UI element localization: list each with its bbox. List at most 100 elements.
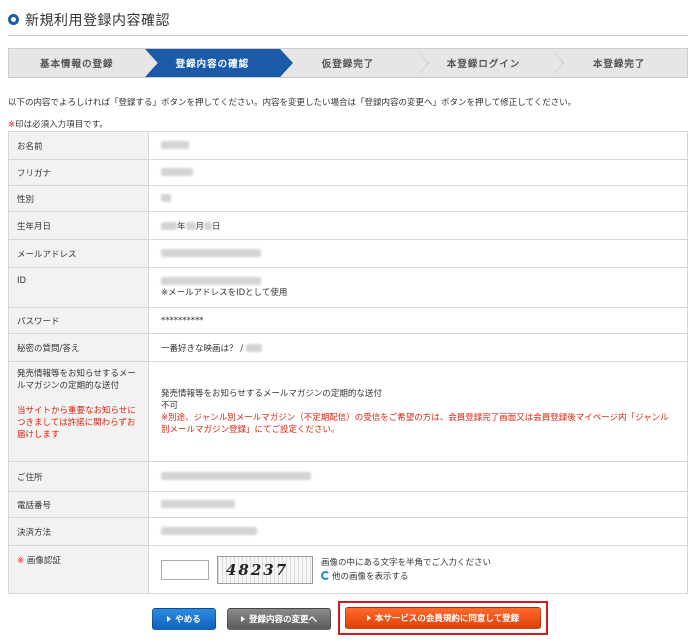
step-arrow-icon	[144, 49, 157, 77]
birthday-day-unit: 日	[212, 221, 221, 232]
required-mark: ※	[17, 556, 25, 566]
refresh-icon	[321, 570, 330, 580]
redacted-value	[161, 472, 311, 480]
step-label: 本登録ログイン	[446, 59, 521, 70]
cancel-button[interactable]: やめる	[152, 608, 216, 630]
row-newsletter: 発売情報等をお知らせするメールマガジンの定期的な送付 当サイトから重要なお知らせ…	[8, 361, 688, 462]
id-value: ※メールアドレスをIDとして使用	[148, 267, 688, 308]
step-complete: 本登録完了	[551, 49, 687, 77]
redacted-value	[161, 168, 193, 176]
captcha-row: 48237 画像の中にある文字を半角でご入力ください 他の画像を表示する	[161, 555, 675, 584]
row-id: ID ※メールアドレスをIDとして使用	[8, 267, 688, 308]
step-basic-info: 基本情報の登録	[9, 49, 158, 77]
step-label: 仮登録完了	[321, 59, 375, 70]
edit-button-label: 登録内容の変更へ	[248, 615, 317, 625]
redacted-value	[204, 222, 213, 230]
step-label: 本登録完了	[592, 59, 646, 70]
captcha-refresh-link[interactable]: 他の画像を表示する	[321, 570, 491, 584]
captcha-help: 画像の中にある文字を半角でご入力ください 他の画像を表示する	[321, 556, 491, 584]
email-value	[148, 239, 688, 268]
submit-button-label: 本サービスの会員規約に同意して登録	[374, 614, 520, 624]
phone-label: 電話番号	[8, 491, 149, 518]
redacted-value	[161, 276, 261, 285]
birthday-value: 年月日	[148, 211, 688, 240]
row-email: メールアドレス	[8, 239, 688, 268]
redacted-value	[161, 500, 235, 508]
row-secret: 秘密の質問/答え 一番好きな映画は？ /	[8, 333, 688, 362]
captcha-refresh-label: 他の画像を表示する	[332, 571, 409, 582]
step-label: 登録内容の確認	[175, 59, 250, 70]
row-furigana: フリガナ	[8, 159, 688, 186]
row-address: ご住所	[8, 461, 688, 492]
step-login: 本登録ログイン	[416, 49, 565, 77]
address-label: ご住所	[8, 461, 149, 492]
newsletter-value-note: ※別途、ジャンル別メールマガジン（不定期配信）の受信をご希望の方は、会員登録完了…	[161, 412, 669, 435]
id-note: ※メールアドレスをIDとして使用	[161, 288, 288, 298]
redacted-value	[161, 141, 189, 149]
page-title: 新規利用登録内容確認	[25, 13, 170, 29]
row-name: お名前	[8, 131, 688, 160]
newsletter-value-title: 発売情報等をお知らせするメールマガジンの定期的な送付	[161, 388, 382, 399]
id-label: ID	[8, 267, 149, 308]
cancel-button-label: やめる	[175, 615, 201, 625]
captcha-label-text: 画像認証	[26, 556, 61, 566]
captcha-image-text: 48237	[226, 560, 289, 579]
step-arrow-icon	[551, 49, 564, 77]
name-label: お名前	[8, 131, 149, 160]
birthday-year-unit: 年	[177, 221, 186, 232]
redacted-value	[161, 249, 261, 257]
redacted-value	[245, 344, 262, 352]
intro-text: 以下の内容でよろしければ「登録する」ボタンを押してください。内容を変更したい場合…	[8, 98, 577, 108]
step-arrow-icon	[415, 49, 428, 77]
action-buttons: やめる 登録内容の変更へ 本サービスの会員規約に同意して登録	[0, 601, 696, 635]
phone-value	[148, 491, 688, 518]
name-value	[148, 131, 688, 160]
step-label: 基本情報の登録	[40, 59, 114, 70]
row-password: パスワード **********	[8, 307, 688, 334]
step-provisional: 仮登録完了	[280, 49, 429, 77]
page-header: 新規利用登録内容確認	[8, 10, 688, 36]
newsletter-value: 不可	[161, 400, 179, 411]
title-bullet-icon	[8, 14, 19, 25]
play-icon	[240, 616, 245, 622]
row-phone: 電話番号	[8, 491, 688, 518]
step-arrow-icon	[280, 49, 293, 77]
payment-value	[148, 517, 688, 546]
confirmation-table: お名前 フリガナ 性別 生年月日 年月日 メールアドレス ID ※メールアドレス…	[8, 131, 688, 594]
captcha-image: 48237	[217, 555, 313, 584]
furigana-label: フリガナ	[8, 159, 149, 186]
play-icon	[167, 616, 172, 622]
newsletter-label: 発売情報等をお知らせするメールマガジンの定期的な送付	[17, 369, 136, 391]
submit-button[interactable]: 本サービスの会員規約に同意して登録	[345, 607, 541, 629]
password-label: パスワード	[8, 307, 149, 334]
row-birthday: 生年月日 年月日	[8, 211, 688, 240]
birthday-label: 生年月日	[8, 211, 149, 240]
redacted-value	[161, 194, 171, 202]
newsletter-label-cell: 発売情報等をお知らせするメールマガジンの定期的な送付 当サイトから重要なお知らせ…	[8, 361, 149, 462]
step-confirm: 登録内容の確認	[144, 49, 294, 77]
newsletter-value-cell: 発売情報等をお知らせするメールマガジンの定期的な送付 不可 ※別途、ジャンル別メ…	[148, 361, 688, 462]
payment-label: 決済方法	[8, 517, 149, 546]
birthday-month-unit: 月	[195, 221, 205, 232]
captcha-help-text: 画像の中にある文字を半角でご入力ください	[321, 557, 492, 568]
gender-value	[148, 185, 688, 212]
required-note: ※印は必須入力項目です。	[8, 118, 108, 130]
progress-steps: 基本情報の登録 登録内容の確認 仮登録完了 本登録ログイン 本登録完了	[8, 48, 688, 78]
captcha-cell: 48237 画像の中にある文字を半角でご入力ください 他の画像を表示する	[148, 545, 688, 594]
password-value: **********	[148, 307, 688, 334]
redacted-value	[185, 222, 196, 230]
row-captcha: ※ 画像認証 48237 画像の中にある文字を半角でご入力ください 他の画像を表…	[8, 545, 688, 594]
required-note-text: 印は必須入力項目です。	[15, 120, 108, 130]
captcha-label: ※ 画像認証	[8, 545, 149, 594]
redacted-value	[161, 527, 257, 535]
email-label: メールアドレス	[8, 239, 149, 268]
row-payment: 決済方法	[8, 517, 688, 546]
redacted-value	[161, 222, 177, 230]
secret-question: 一番好きな映画は？ /	[161, 343, 246, 354]
captcha-input[interactable]	[161, 559, 209, 580]
furigana-value	[148, 159, 688, 186]
edit-button[interactable]: 登録内容の変更へ	[227, 608, 331, 630]
row-gender: 性別	[8, 185, 688, 212]
play-icon	[366, 615, 371, 621]
secret-label: 秘密の質問/答え	[8, 333, 149, 362]
